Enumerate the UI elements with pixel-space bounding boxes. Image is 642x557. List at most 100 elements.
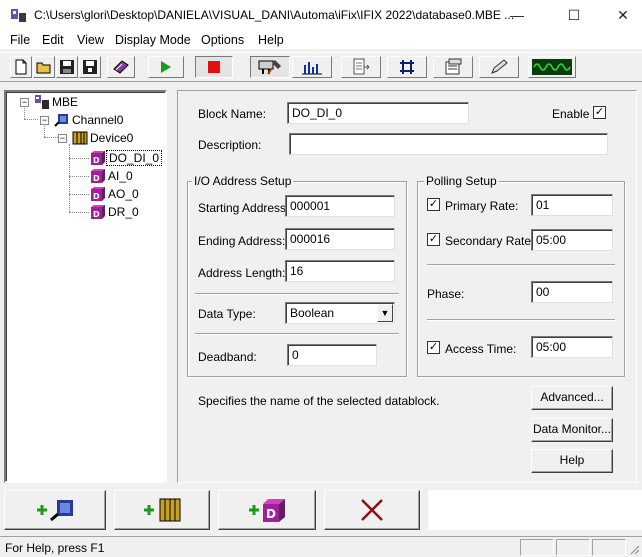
monitor-button[interactable]	[528, 56, 576, 78]
resize-grip-icon[interactable]	[628, 543, 640, 555]
tree-node-datablock[interactable]: D DR_0	[90, 204, 141, 220]
menu-help[interactable]: Help	[258, 33, 284, 47]
ending-address-input[interactable]: 000016	[285, 228, 395, 250]
tree-node-device[interactable]: Device0	[72, 130, 135, 146]
save-all-icon	[83, 60, 97, 74]
properties-button[interactable]	[433, 56, 473, 78]
description-input[interactable]	[289, 133, 608, 155]
network-icon	[400, 60, 414, 74]
save-button[interactable]	[56, 56, 78, 78]
tree-label-channel: Channel0	[72, 113, 124, 127]
phase-label: Phase:	[427, 287, 465, 301]
address-length-label: Address Length:	[198, 266, 286, 280]
starting-address-input[interactable]: 000001	[285, 195, 395, 217]
enable-checkbox[interactable]: ✓	[593, 106, 606, 119]
tree-node-datablock[interactable]: D AI_0	[90, 168, 135, 184]
status-text: For Help, press F1	[5, 541, 105, 555]
tree-node-datablock[interactable]: D AO_0	[90, 186, 141, 202]
access-time-label: Access Time:	[445, 342, 517, 356]
access-time-input[interactable]: 05:00	[531, 336, 613, 358]
menu-view[interactable]: View	[77, 33, 104, 47]
status-bar: For Help, press F1	[0, 536, 642, 557]
edit-button[interactable]	[479, 56, 519, 78]
add-channel-button[interactable]	[4, 490, 106, 530]
data-type-value: Boolean	[290, 306, 335, 320]
description-label: Description:	[198, 138, 262, 152]
tree-expander-root[interactable]: −	[20, 98, 29, 107]
svg-text:D: D	[93, 192, 100, 201]
book-icon	[113, 60, 129, 74]
ifix-app-icon	[11, 9, 26, 22]
tree-expander-channel[interactable]: −	[40, 116, 49, 125]
tree-expander-device[interactable]: −	[58, 134, 67, 143]
block-name-label: Block Name:	[198, 107, 267, 121]
open-file-button[interactable]	[33, 56, 55, 78]
tools-config-icon	[258, 60, 281, 75]
svg-text:D: D	[93, 174, 100, 183]
access-time-checkbox[interactable]: ✓	[427, 341, 440, 354]
menu-edit[interactable]: Edit	[42, 33, 64, 47]
data-monitor-button[interactable]: Data Monitor...	[531, 418, 613, 442]
io-separator	[195, 293, 399, 295]
save-all-button[interactable]	[79, 56, 101, 78]
deadband-input[interactable]: 0	[287, 344, 377, 366]
phase-input[interactable]: 00	[531, 281, 613, 303]
secondary-rate-input[interactable]: 05:00	[531, 229, 613, 251]
pen-edit-icon	[491, 59, 508, 74]
open-folder-icon	[36, 62, 51, 74]
bottom-empty-area	[428, 490, 642, 530]
hint-text: Specifies the name of the selected datab…	[198, 394, 440, 408]
tree-node-root[interactable]: MBE	[34, 94, 80, 110]
configuration-button[interactable]	[250, 56, 290, 78]
stop-button[interactable]	[195, 56, 233, 78]
channel-icon	[54, 114, 68, 127]
advanced-button[interactable]: Advanced...	[531, 386, 613, 410]
menu-options[interactable]: Options	[201, 33, 244, 47]
add-datablock-button[interactable]: D	[218, 490, 316, 530]
properties-icon	[445, 58, 462, 75]
menu-file[interactable]: File	[10, 33, 30, 47]
block-name-input[interactable]: DO_DI_0	[287, 102, 469, 124]
tree-node-datablock[interactable]: D DO_DI_0	[90, 150, 163, 166]
menu-display-mode[interactable]: Display Mode	[115, 33, 191, 47]
tree-label-datablock: AI_0	[108, 169, 133, 183]
start-button[interactable]	[148, 56, 184, 78]
title-bar: C:\Users\glori\Desktop\DANIELA\VISUAL_DA…	[0, 0, 642, 32]
add-channel-icon	[37, 500, 73, 522]
close-button[interactable]: ✕	[608, 4, 638, 26]
maximize-button[interactable]: ☐	[559, 4, 589, 26]
status-pane	[520, 539, 554, 556]
ending-address-label: Ending Address:	[198, 234, 286, 248]
export-icon	[353, 58, 370, 75]
delete-button[interactable]	[324, 490, 420, 530]
datablock-icon: D	[91, 187, 105, 201]
save-icon	[60, 60, 74, 74]
svg-text:D: D	[93, 156, 100, 165]
primary-rate-label: Primary Rate:	[445, 199, 519, 213]
window-title: C:\Users\glori\Desktop\DANIELA\VISUAL_DA…	[34, 8, 515, 22]
export-button[interactable]	[341, 56, 381, 78]
tree-label-root: MBE	[52, 95, 79, 109]
new-file-button[interactable]	[10, 56, 32, 78]
status-pane	[592, 539, 626, 556]
add-device-button[interactable]	[114, 490, 210, 530]
primary-rate-input[interactable]: 01	[531, 194, 613, 216]
tree-node-channel[interactable]: Channel0	[54, 112, 125, 128]
documentation-button[interactable]	[107, 56, 135, 78]
help-button[interactable]: Help	[531, 449, 613, 473]
svg-text:D: D	[93, 210, 100, 219]
primary-rate-checkbox[interactable]: ✓	[427, 198, 440, 211]
secondary-rate-checkbox[interactable]: ✓	[427, 233, 440, 246]
minimize-button[interactable]: —	[502, 4, 532, 26]
datablock-icon: D	[91, 151, 105, 165]
tree-label-device: Device0	[90, 131, 134, 145]
chevron-down-icon[interactable]: ▼	[377, 304, 393, 322]
address-length-input[interactable]: 16	[285, 260, 395, 282]
statistics-button[interactable]	[292, 56, 332, 78]
data-type-label: Data Type:	[198, 307, 256, 321]
stop-icon	[208, 61, 220, 73]
tree-label-datablock: AO_0	[108, 187, 139, 201]
network-button[interactable]	[387, 56, 427, 78]
add-device-icon	[144, 498, 181, 522]
data-type-select[interactable]: Boolean ▼	[285, 302, 395, 324]
